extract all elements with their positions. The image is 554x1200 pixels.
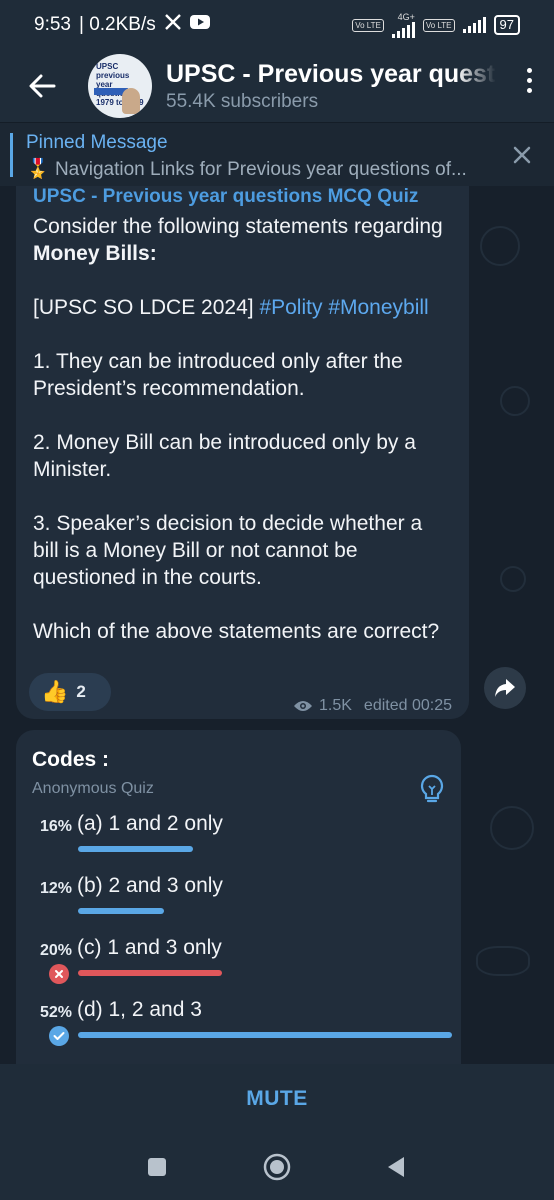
background-doodle — [500, 386, 530, 416]
youtube-icon — [189, 14, 210, 36]
edited-time: edited 00:25 — [363, 697, 452, 714]
option-percent: 16% — [39, 818, 72, 835]
correct-answer-icon — [49, 1026, 69, 1046]
hashtag-moneybill[interactable]: #Moneybill — [328, 296, 428, 319]
message-question: Which of the above statements are correc… — [33, 620, 440, 643]
message-bubble[interactable]: UPSC - Previous year questions MCQ Quiz … — [16, 186, 469, 719]
x-logo-icon — [164, 13, 182, 37]
kebab-dot-icon — [527, 78, 532, 83]
status-left: 9:53 | 0.2KB/s — [34, 13, 210, 37]
message-intro: Consider the following statements regard… — [33, 215, 443, 238]
option-label: (a) 1 and 2 only — [77, 812, 223, 835]
status-bar: 9:53 | 0.2KB/s Vo LTE 4G+ Vo LTE 97 — [0, 0, 554, 50]
option-result-bar — [78, 1032, 452, 1038]
background-doodle — [480, 226, 520, 266]
view-count: 1.5K — [319, 697, 352, 714]
signal-bars-icon — [391, 22, 415, 38]
forward-arrow-icon — [495, 679, 515, 697]
arrow-left-icon — [29, 74, 56, 98]
statement-1: 1. They can be introduced only after the… — [33, 350, 403, 400]
more-options-button[interactable] — [527, 68, 532, 93]
channel-avatar[interactable]: UPSC previous year questions 1979 to 201… — [88, 54, 152, 118]
explanation-button[interactable] — [419, 774, 445, 804]
channel-title: UPSC - Previous year questions MCQ Quiz — [166, 59, 496, 88]
signal-bars-icon-2 — [462, 17, 486, 33]
background-doodle — [476, 946, 530, 976]
lightbulb-icon — [420, 774, 444, 803]
pinned-text: 🎖️ Navigation Links for Previous year qu… — [26, 157, 467, 181]
network-type: 4G+ — [397, 12, 415, 22]
circle-icon — [263, 1153, 291, 1181]
system-nav-bar — [0, 1134, 554, 1200]
close-icon — [513, 146, 531, 164]
status-net-speed: | 0.2KB/s — [78, 14, 156, 35]
option-result-bar — [78, 970, 222, 976]
hashtag-polity[interactable]: #Polity — [259, 296, 322, 319]
mute-button[interactable]: MUTE — [0, 1064, 554, 1134]
pinned-title: Pinned Message — [26, 132, 168, 153]
thumbs-up-icon: 👍 — [41, 679, 69, 704]
status-right: Vo LTE 4G+ Vo LTE 97 — [352, 12, 520, 38]
pinned-preview: Navigation Links for Previous year quest… — [54, 159, 467, 180]
poll-option[interactable]: 12% (b) 2 and 3 only — [16, 874, 461, 934]
message-intro-bold: Money Bills: — [33, 242, 157, 265]
message-meta: 1.5K edited 00:25 — [293, 697, 452, 715]
message-text: Consider the following statements regard… — [33, 213, 453, 645]
poll-option[interactable]: 52% (d) 1, 2 and 3 — [16, 998, 461, 1058]
message-line: [UPSC SO LDCE 2024] #Polity #Moneybill — [33, 294, 453, 321]
pinned-message-bar[interactable]: Pinned Message 🎖️ Navigation Links for P… — [0, 122, 554, 186]
recents-button[interactable] — [142, 1152, 172, 1182]
option-label: (c) 1 and 3 only — [77, 936, 222, 959]
message-sender[interactable]: UPSC - Previous year questions MCQ Quiz — [33, 186, 418, 208]
poll-option[interactable]: 16% (a) 1 and 2 only — [16, 812, 461, 872]
square-icon — [148, 1158, 166, 1176]
quiz-poll[interactable]: Codes : Anonymous Quiz 16% (a) 1 and 2 o… — [16, 730, 461, 1064]
mute-label: MUTE — [246, 1087, 308, 1110]
share-button[interactable] — [484, 667, 526, 709]
medal-icon: 🎖️ — [26, 159, 50, 180]
title-wrap[interactable]: UPSC - Previous year questions MCQ Quiz … — [166, 60, 496, 113]
eye-icon — [294, 701, 312, 711]
poll-question: Codes : — [32, 748, 110, 771]
option-label: (d) 1, 2 and 3 — [77, 998, 202, 1021]
chat-area[interactable]: UPSC - Previous year questions MCQ Quiz … — [0, 186, 554, 1064]
reaction-chip[interactable]: 👍 2 — [29, 673, 111, 711]
subscriber-count: 55.4K subscribers — [166, 90, 319, 112]
poll-type: Anonymous Quiz — [32, 780, 154, 797]
option-result-bar — [78, 846, 193, 852]
close-pinned-button[interactable] — [508, 141, 536, 169]
statement-2: 2. Money Bill can be introduced only by … — [33, 431, 416, 481]
battery-indicator: 97 — [493, 15, 520, 35]
volte-icon-1: Vo LTE — [352, 18, 384, 32]
volte-icon-2: Vo LTE — [422, 18, 455, 32]
triangle-back-icon — [388, 1157, 404, 1177]
back-nav-button[interactable] — [382, 1152, 412, 1182]
kebab-dot-icon — [527, 88, 532, 93]
message-source: [UPSC SO LDCE 2024] — [33, 296, 260, 319]
option-label: (b) 2 and 3 only — [77, 874, 223, 897]
signal-1: 4G+ — [391, 12, 415, 38]
avatar-person — [122, 88, 140, 114]
background-doodle — [490, 806, 534, 850]
option-percent: 20% — [39, 942, 72, 959]
option-percent: 52% — [39, 1004, 72, 1021]
option-percent: 12% — [39, 880, 72, 897]
back-button[interactable] — [14, 58, 70, 114]
option-result-bar — [78, 908, 164, 914]
background-doodle — [500, 566, 526, 592]
message-line: Consider the following statements regard… — [33, 213, 453, 267]
pinned-accent-bar — [10, 133, 13, 177]
poll-option[interactable]: 20% (c) 1 and 3 only — [16, 936, 461, 996]
statement-3: 3. Speaker’s decision to decide whether … — [33, 512, 423, 589]
reaction-count: 2 — [76, 682, 86, 701]
chat-header: UPSC previous year questions 1979 to 201… — [0, 50, 554, 122]
kebab-dot-icon — [527, 68, 532, 73]
status-time: 9:53 — [34, 14, 71, 35]
home-button[interactable] — [262, 1152, 292, 1182]
wrong-answer-icon — [49, 964, 69, 984]
